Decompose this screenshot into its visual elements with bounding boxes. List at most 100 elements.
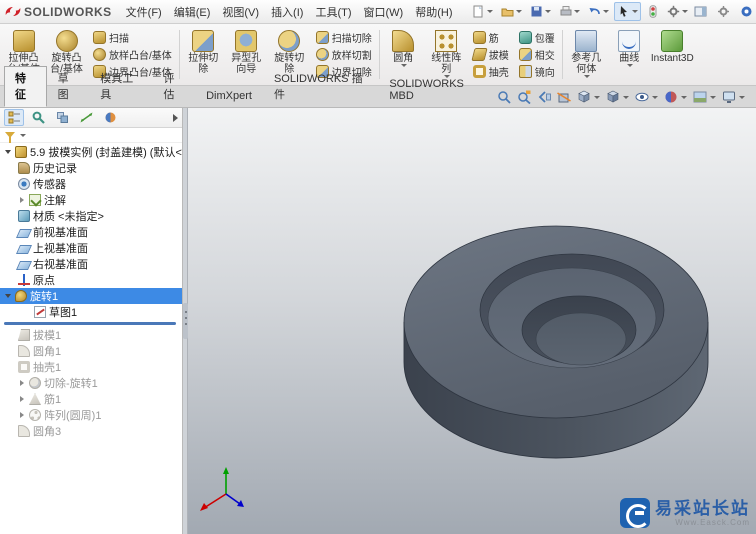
heads-up-view-toolbar bbox=[496, 90, 756, 107]
ribbon-separator bbox=[379, 30, 380, 79]
expand-arrow-icon[interactable] bbox=[20, 380, 24, 386]
hide-show-items-button[interactable] bbox=[634, 90, 659, 104]
graphics-area[interactable]: 易采站长站 Www.Easck.Com bbox=[188, 108, 756, 534]
instant3d-button[interactable]: Instant3D bbox=[651, 26, 694, 83]
expand-arrow-icon[interactable] bbox=[20, 197, 24, 203]
tree-item-material[interactable]: 材质 <未指定> bbox=[0, 208, 182, 224]
rebuild-button[interactable] bbox=[643, 2, 662, 21]
annotations-icon bbox=[29, 194, 41, 206]
expand-arrow-icon[interactable] bbox=[5, 150, 11, 154]
wrap-button[interactable]: 包覆 bbox=[515, 29, 559, 46]
tab-solidworks-mbd[interactable]: SOLIDWORKS MBD bbox=[378, 74, 496, 107]
displaymanager-tab[interactable] bbox=[100, 109, 120, 126]
hole-wizard-icon bbox=[235, 30, 257, 52]
menu-help[interactable]: 帮助(H) bbox=[409, 0, 458, 24]
tree-item-top-plane[interactable]: 上视基准面 bbox=[0, 240, 182, 256]
hole-wizard-button[interactable]: 异型孔向导 bbox=[225, 26, 268, 83]
lofted-boss-icon bbox=[93, 48, 106, 61]
tab-mold-tools[interactable]: 模具工具 bbox=[89, 66, 152, 107]
tree-item-rib1[interactable]: 筋1 bbox=[0, 391, 182, 407]
options-button[interactable] bbox=[664, 2, 691, 21]
tree-item-shell1[interactable]: 抽壳1 bbox=[0, 359, 182, 375]
plane-icon bbox=[16, 229, 32, 238]
menu-view[interactable]: 视图(V) bbox=[216, 0, 265, 24]
expand-arrow-icon[interactable] bbox=[20, 396, 24, 402]
dimxpertmanager-tab[interactable] bbox=[76, 109, 96, 126]
configurationmanager-tab[interactable] bbox=[52, 109, 72, 126]
circular-pattern-feature-icon bbox=[29, 409, 41, 421]
zoom-to-area-button[interactable] bbox=[516, 90, 532, 104]
menubar: 文件(F) 编辑(E) 视图(V) 插入(I) 工具(T) 窗口(W) 帮助(H… bbox=[120, 0, 459, 24]
display-style-button[interactable] bbox=[605, 90, 630, 104]
tree-item-draft1[interactable]: 拔模1 bbox=[0, 327, 182, 343]
plane-icon bbox=[16, 261, 32, 270]
command-manager-tabbar: 特征 草图 模具工具 评估 DimXpert SOLIDWORKS 插件 SOL… bbox=[0, 86, 756, 108]
menu-window[interactable]: 窗口(W) bbox=[358, 0, 410, 24]
fillet-feature-icon bbox=[18, 425, 30, 437]
print-button[interactable] bbox=[556, 2, 583, 21]
tree-item-front-plane[interactable]: 前视基准面 bbox=[0, 224, 182, 240]
tab-features[interactable]: 特征 bbox=[4, 66, 47, 107]
tree-item-annotations[interactable]: 注解 bbox=[0, 192, 182, 208]
expand-arrow-icon[interactable] bbox=[5, 294, 11, 298]
tab-dimxpert[interactable]: DimXpert bbox=[195, 86, 263, 107]
menu-file[interactable]: 文件(F) bbox=[120, 0, 168, 24]
cut-revolve-feature-icon bbox=[29, 377, 41, 389]
tab-sketch[interactable]: 草图 bbox=[47, 66, 90, 107]
mirror-icon bbox=[519, 65, 532, 78]
tab-solidworks-addins[interactable]: SOLIDWORKS 插件 bbox=[263, 66, 378, 107]
select-tool-button[interactable] bbox=[614, 2, 641, 21]
apply-scene-button[interactable] bbox=[692, 90, 717, 104]
revolved-boss-icon bbox=[56, 30, 78, 52]
task-pane-toggle-button[interactable] bbox=[691, 2, 710, 21]
tree-item-revolve1[interactable]: 旋转1 bbox=[0, 288, 182, 304]
tree-item-fillet3[interactable]: 圆角3 bbox=[0, 423, 182, 439]
draft-button[interactable]: 拔模 bbox=[469, 46, 513, 63]
open-document-button[interactable] bbox=[498, 2, 525, 21]
save-button[interactable] bbox=[527, 2, 554, 21]
origin-icon bbox=[18, 274, 30, 286]
swept-cut-button[interactable]: 扫描切除 bbox=[312, 29, 376, 46]
tree-item-sketch1[interactable]: 草图1 bbox=[0, 304, 182, 320]
zoom-to-fit-button[interactable] bbox=[496, 90, 512, 104]
rollback-bar[interactable] bbox=[4, 322, 176, 325]
rib-button[interactable]: 筋 bbox=[469, 29, 513, 46]
panel-collapse-chevron[interactable] bbox=[173, 114, 178, 122]
edit-appearance-button[interactable] bbox=[663, 90, 688, 104]
menu-tools[interactable]: 工具(T) bbox=[309, 0, 357, 24]
curves-button[interactable]: 曲线 bbox=[608, 26, 651, 83]
tree-item-origin[interactable]: 原点 bbox=[0, 272, 182, 288]
tab-evaluate[interactable]: 评估 bbox=[152, 66, 195, 107]
expand-arrow-icon[interactable] bbox=[20, 412, 24, 418]
swept-boss-button[interactable]: 扫描 bbox=[89, 29, 176, 46]
view-settings-button[interactable] bbox=[721, 90, 746, 104]
tree-item-right-plane[interactable]: 右视基准面 bbox=[0, 256, 182, 272]
tree-item-fillet1[interactable]: 圆角1 bbox=[0, 343, 182, 359]
previous-view-button[interactable] bbox=[536, 90, 552, 104]
new-document-button[interactable] bbox=[469, 2, 496, 21]
intersect-button[interactable]: 相交 bbox=[515, 46, 559, 63]
propertymanager-tab[interactable] bbox=[28, 109, 48, 126]
mirror-button[interactable]: 镜向 bbox=[515, 63, 559, 80]
tree-item-circular-pattern1[interactable]: 阵列(圆周)1 bbox=[0, 407, 182, 423]
section-view-button[interactable] bbox=[556, 90, 572, 104]
undo-button[interactable] bbox=[585, 2, 612, 21]
settings-gear-button[interactable] bbox=[714, 2, 733, 21]
revolved-cut-icon bbox=[278, 30, 300, 52]
dropdown-arrow-icon bbox=[627, 64, 633, 67]
tree-item-history[interactable]: 历史记录 bbox=[0, 160, 182, 176]
filter-funnel-icon[interactable] bbox=[5, 132, 15, 138]
tree-item-part-root[interactable]: 5.9 拔模实例 (封盖建模) (默认<<默认. bbox=[0, 144, 182, 160]
menu-insert[interactable]: 插入(I) bbox=[265, 0, 309, 24]
lofted-boss-button[interactable]: 放样凸台/基体 bbox=[89, 46, 176, 63]
lofted-cut-icon bbox=[316, 48, 329, 61]
reference-geometry-button[interactable]: 参考几何体 bbox=[565, 26, 608, 83]
tree-item-cut-revolve1[interactable]: 切除-旋转1 bbox=[0, 375, 182, 391]
model-3d[interactable] bbox=[188, 108, 756, 534]
tree-item-sensors[interactable]: 传感器 bbox=[0, 176, 182, 192]
help-badge-icon[interactable] bbox=[737, 2, 756, 21]
featuremanager-tab[interactable] bbox=[4, 109, 24, 126]
lofted-cut-button[interactable]: 放样切割 bbox=[312, 46, 376, 63]
view-orientation-button[interactable] bbox=[576, 90, 601, 104]
menu-edit[interactable]: 编辑(E) bbox=[168, 0, 217, 24]
